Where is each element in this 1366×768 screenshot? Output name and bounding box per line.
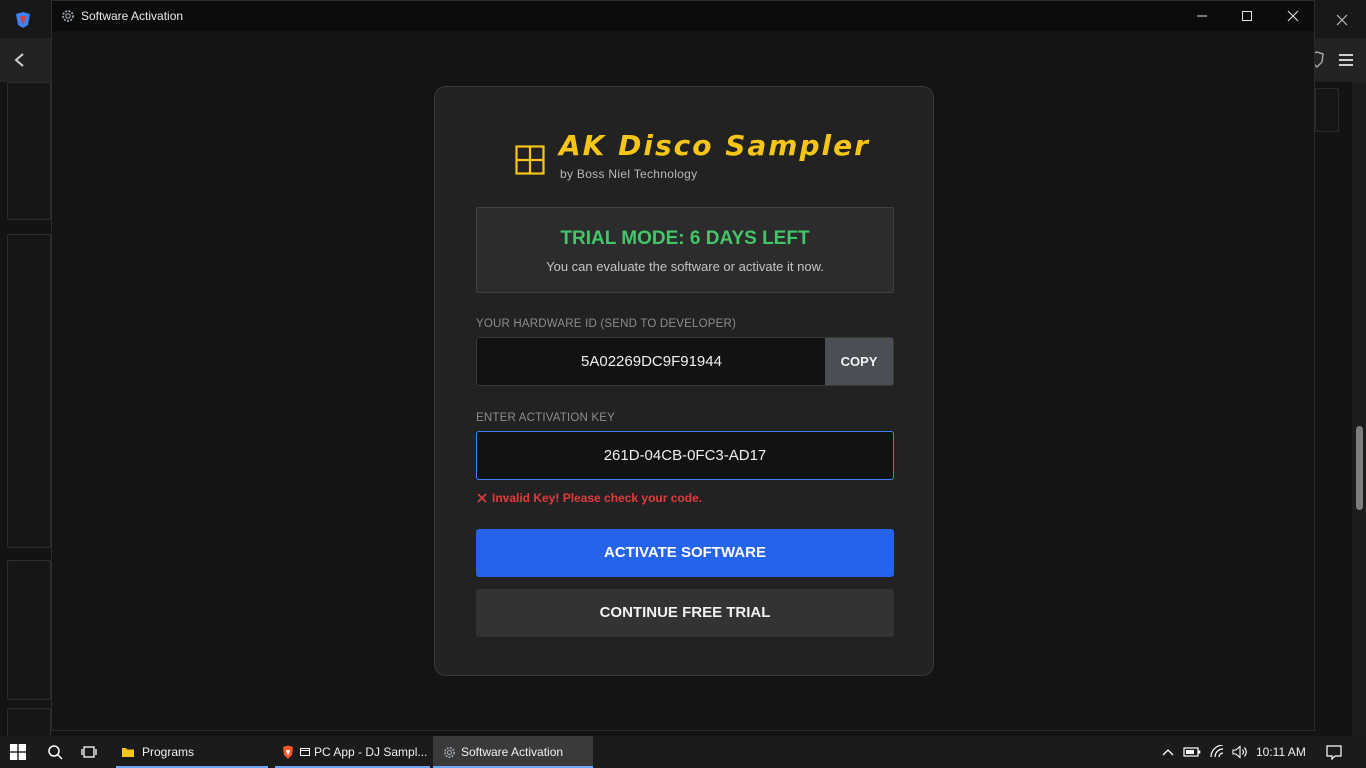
minimize-icon bbox=[1197, 15, 1207, 17]
activation-dialog: AK Disco Sampler by Boss Niel Technology… bbox=[434, 86, 934, 676]
grid-logo-icon bbox=[515, 145, 545, 175]
trial-status-title: TRIAL MODE: 6 DAYS LEFT bbox=[560, 228, 810, 249]
chevron-up-icon bbox=[1162, 749, 1174, 756]
browser-scrollbar-thumb[interactable] bbox=[1356, 426, 1363, 510]
error-message: Invalid Key! Please check your code. bbox=[476, 490, 702, 506]
clock[interactable]: 10:11 AM bbox=[1256, 736, 1306, 768]
battery-icon bbox=[1183, 747, 1201, 757]
taskbar: Programs PC App - DJ Sampl... Software A… bbox=[0, 736, 1366, 768]
notifications-button[interactable] bbox=[1322, 736, 1346, 768]
start-button[interactable] bbox=[0, 736, 36, 768]
activate-software-button[interactable]: ACTIVATE SOFTWARE bbox=[476, 529, 894, 577]
background-card bbox=[7, 234, 51, 548]
speaker-icon bbox=[1232, 745, 1247, 759]
background-card bbox=[1315, 88, 1339, 132]
network-button[interactable] bbox=[1206, 736, 1228, 768]
search-button[interactable] bbox=[38, 736, 72, 768]
taskbar-app-label: Programs bbox=[142, 745, 195, 759]
trial-status-box: TRIAL MODE: 6 DAYS LEFT You can evaluate… bbox=[476, 207, 894, 293]
browser-favicon-icon bbox=[16, 12, 30, 28]
window-titlebar[interactable]: Software Activation bbox=[52, 1, 1314, 31]
taskbar-app-software-activation[interactable]: Software Activation bbox=[433, 736, 593, 768]
background-card bbox=[7, 560, 51, 700]
copy-button[interactable]: COPY bbox=[825, 338, 893, 385]
close-button[interactable] bbox=[1270, 1, 1316, 31]
gear-icon bbox=[62, 10, 74, 22]
search-icon bbox=[48, 745, 63, 760]
notification-icon bbox=[1326, 744, 1342, 760]
activation-key-input[interactable] bbox=[476, 431, 894, 480]
app-name: AK Disco Sampler bbox=[559, 129, 870, 162]
battery-button[interactable] bbox=[1181, 736, 1203, 768]
window-title: Software Activation bbox=[81, 9, 184, 23]
task-view-button[interactable] bbox=[72, 736, 106, 768]
brave-lion-icon bbox=[283, 745, 293, 759]
hardware-id-label: YOUR HARDWARE ID (SEND TO DEVELOPER) bbox=[476, 318, 737, 330]
background-card bbox=[7, 82, 51, 220]
hardware-id-field: 5A02269DC9F91944 COPY bbox=[476, 337, 894, 386]
browser-close-icon[interactable] bbox=[1336, 14, 1348, 26]
error-text: Invalid Key! Please check your code. bbox=[492, 491, 703, 505]
taskbar-app-programs[interactable]: Programs bbox=[116, 736, 268, 768]
folder-icon bbox=[122, 748, 134, 757]
minimize-button[interactable] bbox=[1179, 1, 1225, 31]
gear-icon bbox=[444, 746, 455, 758]
wifi-icon bbox=[1210, 745, 1224, 758]
taskbar-app-label: Software Activation bbox=[461, 745, 564, 759]
trial-status-message: You can evaluate the software or activat… bbox=[546, 259, 824, 274]
taskbar-app-label: PC App - DJ Sampl... bbox=[314, 745, 428, 759]
taskbar-app-browser[interactable]: PC App - DJ Sampl... bbox=[275, 736, 430, 768]
maximize-icon bbox=[1242, 11, 1252, 21]
maximize-button[interactable] bbox=[1224, 1, 1270, 31]
error-x-icon bbox=[477, 493, 487, 503]
back-arrow-icon[interactable] bbox=[13, 52, 27, 68]
close-icon bbox=[1287, 10, 1299, 22]
activation-window: Software Activation AK Disco Sampler by … bbox=[51, 0, 1315, 731]
menu-icon[interactable] bbox=[1338, 53, 1354, 67]
page-icon bbox=[300, 748, 310, 756]
activation-key-label: ENTER ACTIVATION KEY bbox=[476, 412, 616, 424]
windows-logo-icon bbox=[10, 744, 26, 760]
background-card bbox=[7, 708, 51, 738]
browser-scrollbar[interactable] bbox=[1352, 82, 1366, 736]
hardware-id-value[interactable]: 5A02269DC9F91944 bbox=[477, 338, 826, 385]
app-subtitle: by Boss Niel Technology bbox=[560, 167, 698, 181]
show-hidden-icons-button[interactable] bbox=[1158, 736, 1178, 768]
continue-free-trial-button[interactable]: CONTINUE FREE TRIAL bbox=[476, 589, 894, 637]
task-view-icon bbox=[81, 746, 97, 758]
volume-button[interactable] bbox=[1229, 736, 1251, 768]
